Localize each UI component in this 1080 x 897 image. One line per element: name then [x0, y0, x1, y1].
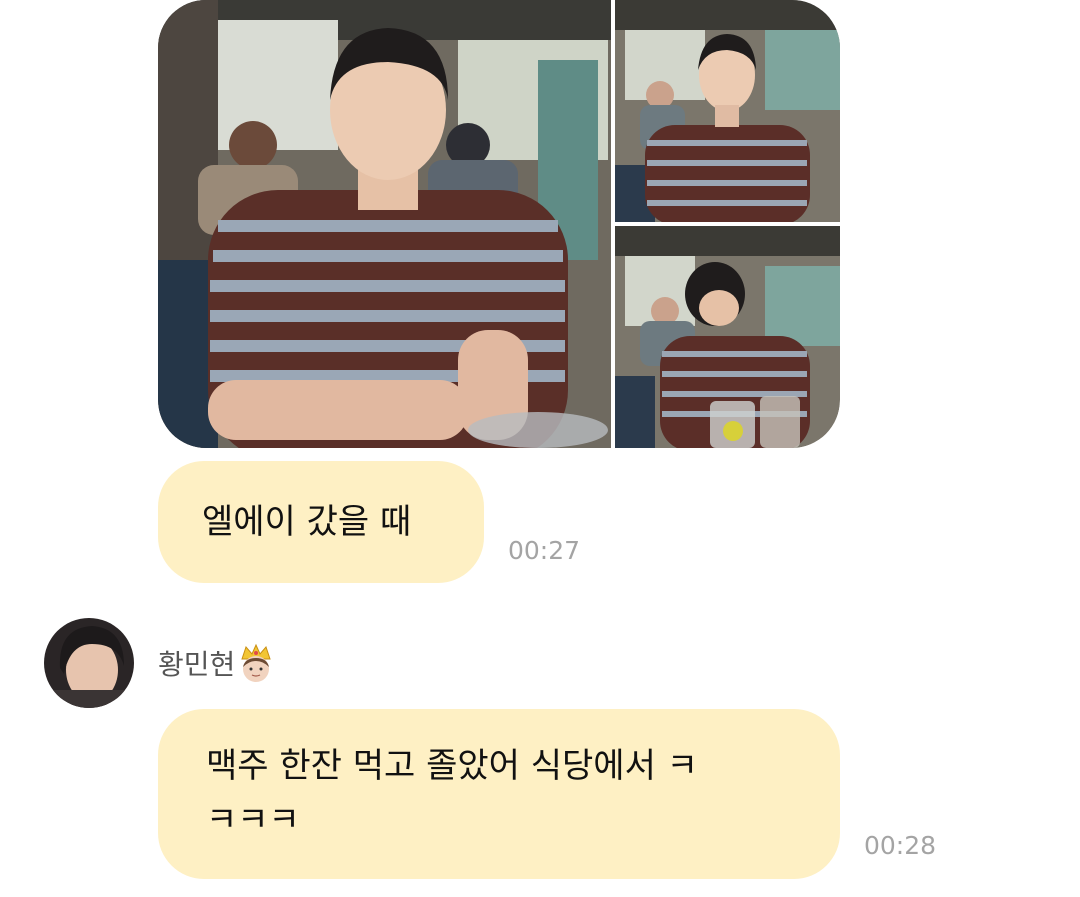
message-time: 00:28: [864, 831, 937, 860]
photo-main[interactable]: [158, 0, 611, 448]
message-text: 맥주 한잔 먹고 졸았어 식당에서 ㅋ ㅋㅋㅋ: [206, 746, 698, 840]
message-bubble[interactable]: 엘에이 갔을 때: [158, 461, 484, 583]
photo-bottom-right[interactable]: [615, 226, 840, 448]
message-time: 00:27: [508, 536, 581, 565]
photo-grid: [158, 0, 840, 448]
photo-top-right[interactable]: [615, 0, 840, 222]
message-bubble[interactable]: 맥주 한잔 먹고 졸았어 식당에서 ㅋ ㅋㅋㅋ: [158, 709, 840, 879]
prince-crown-icon: [237, 643, 275, 683]
message-text: 엘에이 갔을 때: [202, 502, 412, 542]
avatar[interactable]: [44, 618, 134, 708]
sender-name: 황민현: [158, 648, 236, 681]
sender-row: 황민현: [158, 643, 275, 683]
chat-view: 엘에이 갔을 때 00:27 황민현 맥주 한잔 먹고 졸았어 식당에서 ㅋ ㅋ…: [0, 0, 1080, 897]
